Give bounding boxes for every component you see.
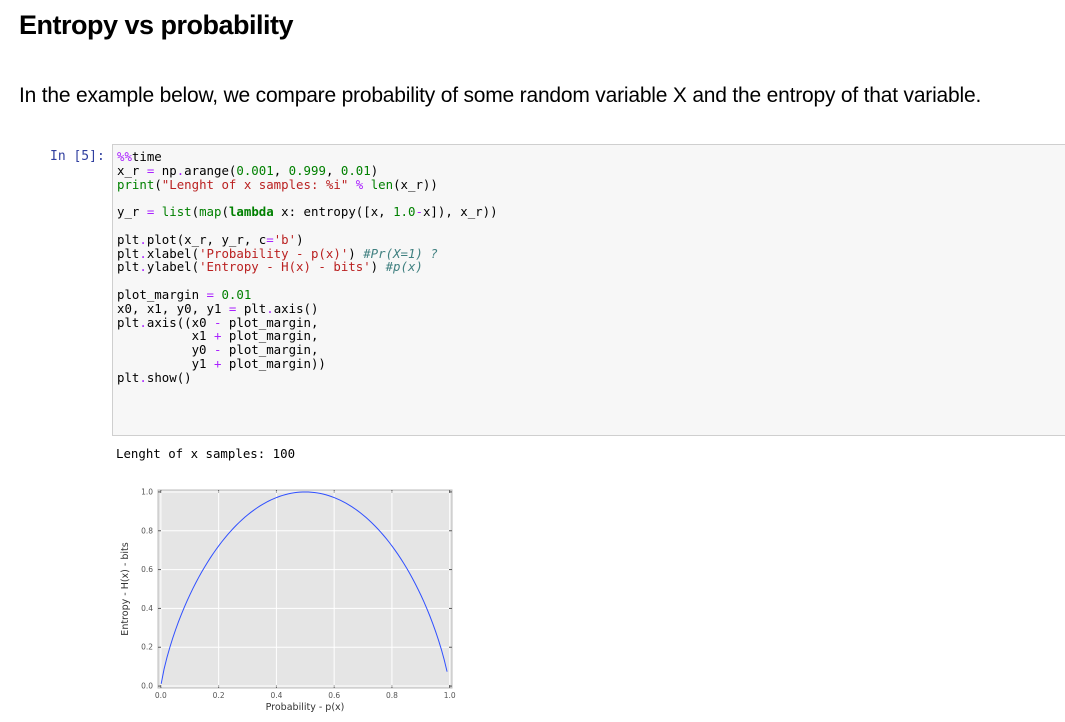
cell-prompt: In [5]: [50,149,105,164]
code-text[interactable]: %%time x_r = np.arange(0.001, 0.999, 0.0… [113,145,1065,385]
y-tick-label: 1.0 [141,487,153,496]
entropy-chart: 0.0 0.2 0.4 0.6 0.8 1.0 0.0 0.2 0.4 0.6 0.8 1.0 Prob… [120,487,456,713]
y-tick-label: 0.6 [141,565,153,574]
x-tick-label: 0.2 [213,691,225,700]
x-tick-label: 0.6 [328,691,340,700]
x-tick-label: 0.0 [155,691,167,700]
y-tick-label: 0.4 [141,604,153,613]
y-axis-label: Entropy - H(x) - bits [120,542,131,635]
x-tick-label: 0.4 [270,691,282,700]
x-tick-label: 0.8 [386,691,398,700]
x-tick-label: 1.0 [444,691,456,700]
x-axis-label: Probability - p(x) [266,702,345,713]
cell-output: Lenght of x samples: 100 [116,446,296,461]
plot-area [157,489,453,689]
y-tick-label: 0.0 [141,682,153,691]
section-heading: Entropy vs probability [19,10,294,40]
code-cell[interactable]: %%time x_r = np.arange(0.001, 0.999, 0.0… [112,144,1065,436]
intro-paragraph: In the example below, we compare probabi… [19,84,982,107]
y-tick-label: 0.8 [141,526,153,535]
y-tick-label: 0.2 [141,643,153,652]
